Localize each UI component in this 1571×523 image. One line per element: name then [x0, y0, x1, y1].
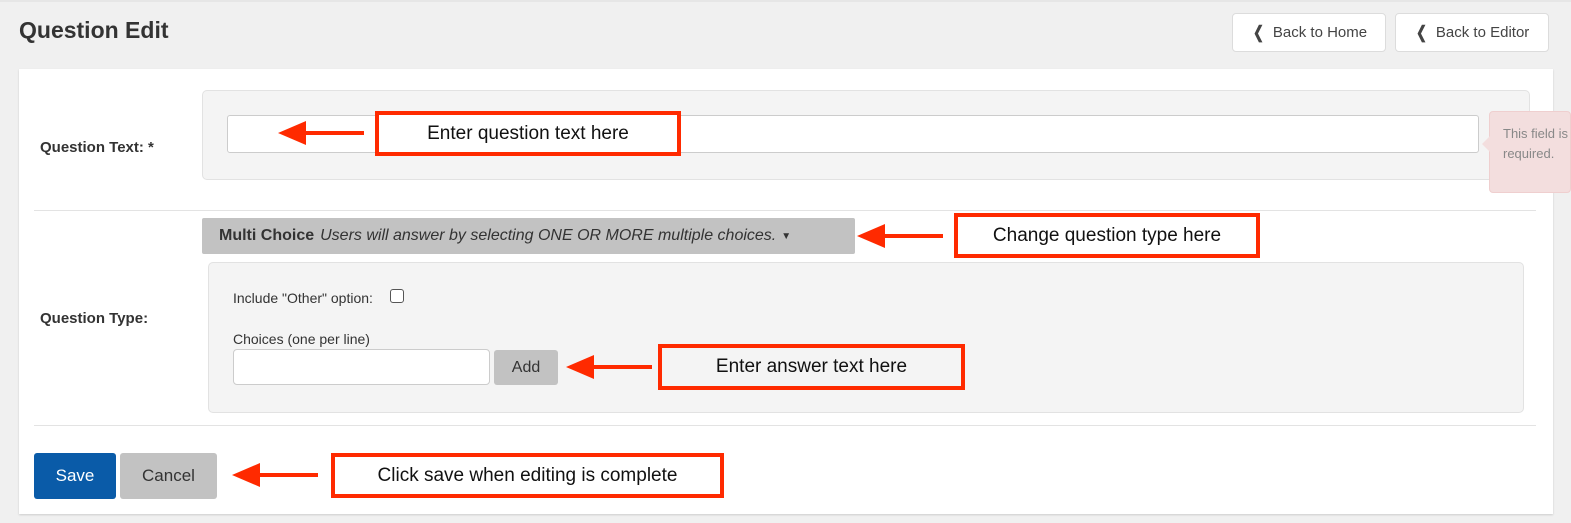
chevron-left-icon: ❮	[1416, 22, 1427, 42]
caret-down-icon: ▼	[781, 230, 792, 242]
back-to-home-button[interactable]: ❮ Back to Home	[1232, 13, 1386, 52]
choices-input[interactable]	[233, 349, 490, 385]
question-text-label: Question Text: *	[40, 139, 154, 156]
save-button[interactable]: Save	[34, 453, 116, 499]
page-title: Question Edit	[19, 17, 169, 43]
question-type-label: Question Type:	[40, 310, 149, 327]
choices-label: Choices (one per line)	[233, 331, 370, 347]
add-choice-button[interactable]: Add	[494, 350, 558, 385]
question-type-dropdown[interactable]: Multi Choice Users will answer by select…	[202, 218, 855, 254]
question-type-name: Multi Choice	[219, 227, 315, 244]
annotation-answer-text: Enter answer text here	[658, 344, 965, 390]
chevron-left-icon: ❮	[1253, 22, 1264, 42]
annotation-question-text: Enter question text here	[375, 111, 681, 156]
include-other-checkbox[interactable]	[390, 289, 404, 303]
include-other-label: Include "Other" option:	[233, 290, 373, 306]
annotation-arrow-left-icon	[566, 355, 652, 379]
annotation-arrow-left-icon	[232, 463, 318, 487]
question-type-options-well	[208, 262, 1524, 413]
back-to-home-label: Back to Home	[1272, 24, 1368, 41]
annotation-save: Click save when editing is complete	[331, 453, 724, 498]
divider	[34, 210, 1536, 211]
annotation-arrow-left-icon	[857, 224, 943, 248]
cancel-button[interactable]: Cancel	[120, 453, 217, 499]
back-to-editor-label: Back to Editor	[1435, 24, 1530, 41]
annotation-question-type: Change question type here	[954, 213, 1260, 258]
question-type-description: Users will answer by selecting ONE OR MO…	[320, 227, 777, 244]
annotation-arrow-left-icon	[278, 121, 364, 145]
validation-tooltip: This field is required.	[1482, 111, 1571, 193]
divider	[34, 425, 1536, 426]
back-to-editor-button[interactable]: ❮ Back to Editor	[1395, 13, 1549, 52]
